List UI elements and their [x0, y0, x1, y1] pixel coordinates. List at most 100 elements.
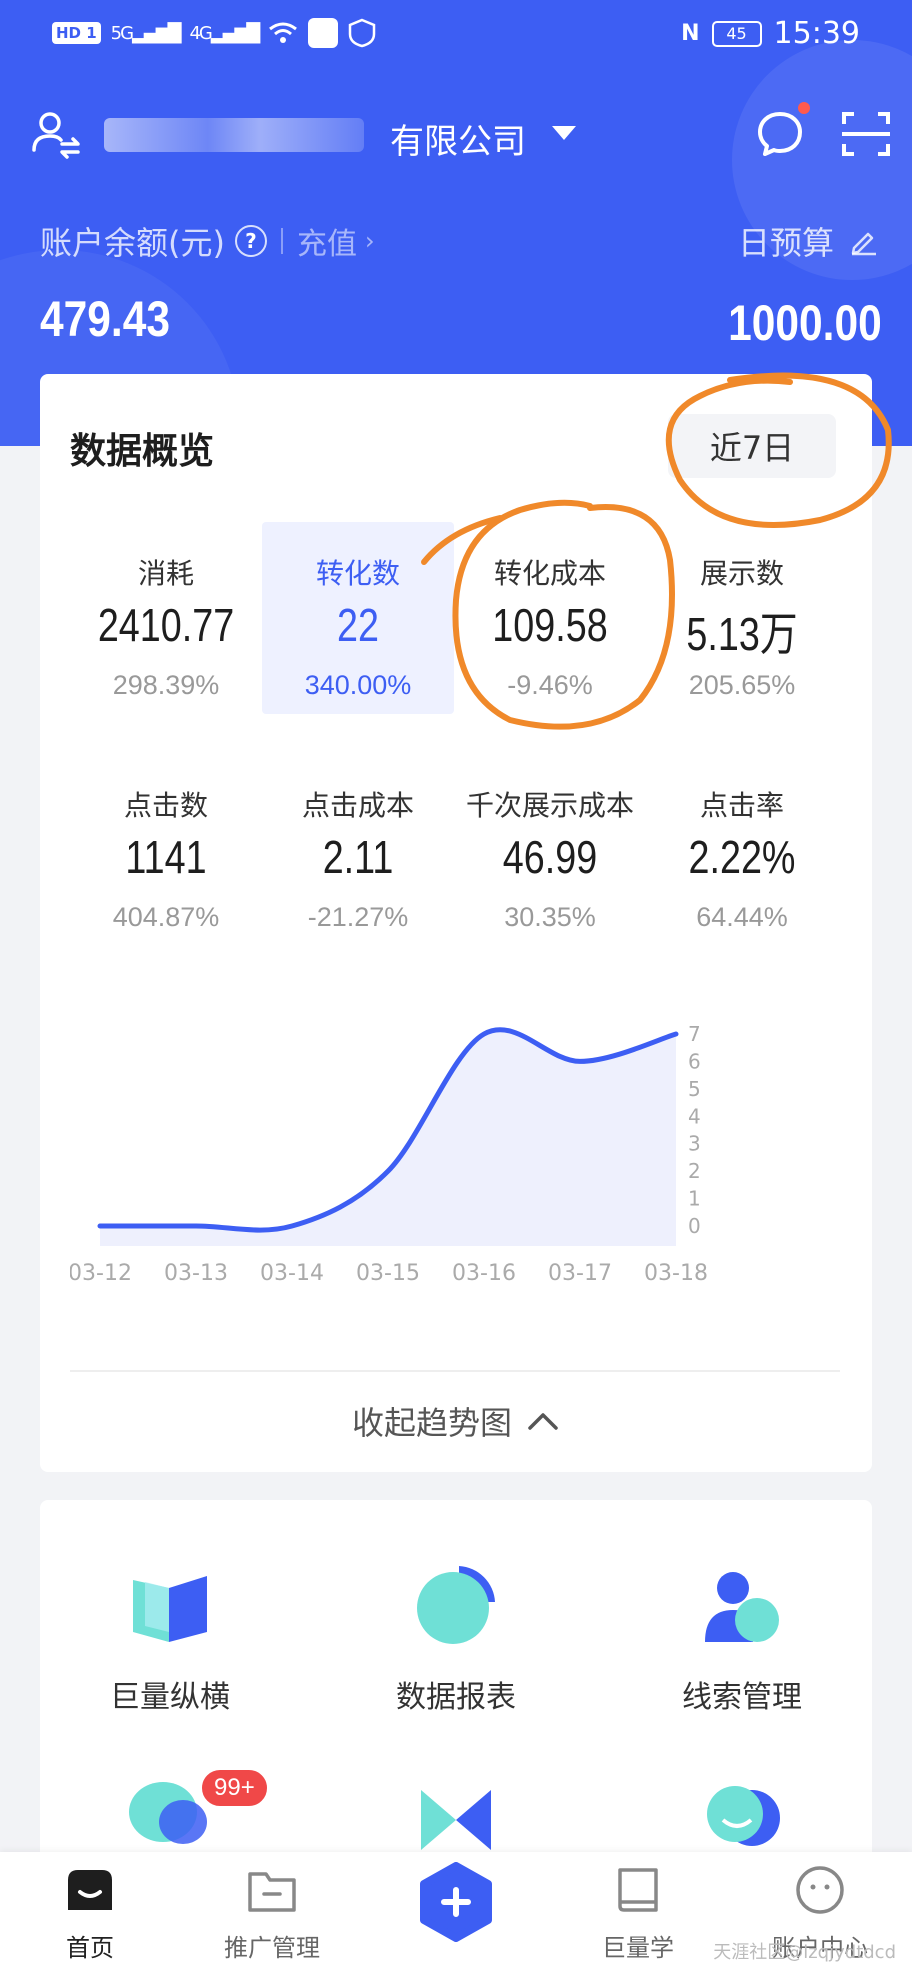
metric-conversion-cost[interactable]: 转化成本 109.58 -9.46%	[454, 522, 646, 714]
metric-value: 1141	[125, 831, 207, 883]
metric-impressions[interactable]: 展示数 5.13万 205.65%	[646, 522, 838, 714]
metric-label: 消耗	[137, 557, 194, 590]
tool-item-5[interactable]	[326, 1760, 586, 1854]
balance-label-row: 账户余额(元) ? 充值 ›	[40, 218, 375, 264]
tab-learn[interactable]: 巨量学	[548, 1862, 728, 1963]
metric-change: 205.65%	[688, 670, 796, 700]
tab-home[interactable]: 首页	[0, 1862, 180, 1963]
date-range-selector[interactable]: 近7日	[668, 414, 836, 478]
x-tick-label: 03-14	[260, 1261, 324, 1286]
y-tick-label: 0	[688, 1214, 701, 1238]
collapse-label: 收起趋势图	[351, 1404, 512, 1442]
watermark: 天涯社区@lzqjydtdcd	[713, 1942, 896, 1963]
company-name-blurred	[104, 118, 364, 152]
hd-indicator: HD 1	[52, 22, 101, 44]
pie-chart-icon	[417, 1566, 495, 1644]
status-right: N 45 15:39	[681, 16, 860, 51]
metric-change: 340.00%	[304, 670, 412, 700]
x-tick-label: 03-12	[70, 1261, 132, 1286]
y-tick-label: 6	[688, 1049, 701, 1073]
metric-conversions[interactable]: 转化数 22 340.00%	[262, 522, 454, 714]
tool-label: 巨量纵横	[110, 1680, 230, 1715]
collapse-trend-button[interactable]: 收起趋势图	[40, 1398, 872, 1444]
chat-bubble-icon	[129, 1782, 207, 1844]
unread-badge: 99+	[200, 1768, 269, 1808]
x-tick-label: 03-15	[356, 1261, 420, 1286]
message-unread-dot	[798, 102, 810, 114]
y-tick-label: 1	[688, 1187, 701, 1211]
y-tick-label: 4	[688, 1104, 701, 1128]
metric-change: 298.39%	[112, 670, 220, 700]
metric-value: 109.58	[492, 599, 608, 651]
tool-item-6[interactable]	[612, 1760, 872, 1854]
metric-label: 点击率	[699, 789, 784, 822]
tool-label: 数据报表	[396, 1680, 516, 1715]
budget-label-row[interactable]: 日预算	[738, 218, 878, 264]
divider	[280, 228, 283, 254]
tab-label: 巨量学	[602, 1934, 674, 1962]
edit-icon[interactable]	[848, 226, 878, 256]
bowtie-icon	[421, 1790, 491, 1850]
wifi-icon	[269, 22, 298, 43]
metric-value: 5.13万	[686, 608, 798, 660]
metric-change: -9.46%	[507, 670, 593, 700]
divider	[70, 1370, 840, 1372]
status-left: HD 1 5G▂▄▆█ 4G▂▄▆█	[52, 18, 376, 48]
status-bar: HD 1 5G▂▄▆█ 4G▂▄▆█ N 45 15:39	[0, 0, 912, 70]
company-name[interactable]: 有限公司	[390, 114, 526, 163]
trend-chart: 0 1 2 3 4 5 6 7 03-12 03-13 03-14 03-15 03-16 03-17 03…	[68, 994, 860, 1294]
folder-icon	[248, 1872, 296, 1912]
home-icon	[68, 1870, 112, 1910]
x-tick-label: 03-18	[644, 1261, 708, 1286]
metric-value: 46.99	[502, 831, 598, 883]
trend-chart-svg: 0 1 2 3 4 5 6 7 03-12 03-13 03-14 03-15 03-16 03-17 03…	[68, 1022, 708, 1286]
metric-ctr[interactable]: 点击率 2.22% 64.44%	[646, 754, 838, 946]
x-tick-label: 03-13	[164, 1261, 228, 1286]
metric-change: 64.44%	[696, 902, 788, 932]
y-tick-label: 7	[688, 1022, 701, 1046]
tab-label: 首页	[66, 1934, 114, 1962]
metric-click-cost[interactable]: 点击成本 2.11 -21.27%	[262, 754, 454, 946]
caret-down-icon[interactable]	[552, 126, 576, 140]
data-overview-card: 数据概览 近7日 消耗 2410.77 298.39% 转化数 22 340.0…	[40, 374, 872, 1472]
budget-label: 日预算	[737, 224, 834, 262]
metric-cost[interactable]: 消耗 2410.77 298.39%	[70, 522, 262, 714]
metric-value: 22	[337, 599, 379, 651]
tool-lead-management[interactable]: 线索管理	[612, 1560, 872, 1716]
shield-icon	[348, 18, 376, 48]
metric-clicks[interactable]: 点击数 1141 404.87%	[70, 754, 262, 946]
help-icon[interactable]: ?	[234, 225, 267, 257]
smile-bubble-icon	[707, 1786, 780, 1846]
metric-label: 点击数	[123, 789, 208, 822]
message-icon[interactable]	[752, 106, 808, 162]
card-title: 数据概览	[70, 431, 215, 472]
y-tick-label: 5	[688, 1077, 701, 1101]
y-tick-label: 2	[688, 1159, 701, 1183]
metric-label: 展示数	[699, 557, 784, 590]
switch-account-icon[interactable]	[28, 106, 84, 162]
metric-value: 2410.77	[97, 599, 235, 651]
metric-change: 404.87%	[112, 902, 220, 932]
metric-cpm[interactable]: 千次展示成本 46.99 30.35%	[454, 754, 646, 946]
balance-label: 账户余额(元)	[40, 224, 225, 262]
tool-data-report[interactable]: 数据报表	[326, 1560, 586, 1716]
metric-label: 点击成本	[301, 789, 414, 822]
scan-icon[interactable]	[840, 108, 892, 160]
zongheng-icon	[133, 1576, 207, 1642]
book-icon	[618, 1868, 658, 1912]
top-nav: 有限公司	[0, 96, 912, 176]
bottom-tab-bar: 首页 推广管理 巨量学 账户中心 天涯社区@lzqjydtdcd	[0, 1852, 912, 1976]
tool-juliang-zongheng[interactable]: 巨量纵横	[40, 1560, 300, 1716]
battery-icon: 45	[711, 20, 762, 47]
tab-promotion[interactable]: 推广管理	[182, 1862, 362, 1963]
metric-label: 千次展示成本	[465, 789, 634, 822]
chevron-up-icon	[528, 1413, 558, 1430]
create-plus-button[interactable]	[416, 1862, 496, 1942]
balance-value: 479.43	[40, 291, 170, 347]
metric-change: 30.35%	[504, 902, 596, 932]
recharge-link[interactable]: 充值 ›	[297, 219, 375, 263]
tab-label: 推广管理	[224, 1934, 320, 1962]
signal-5g-icon: 5G▂▄▆█	[110, 22, 182, 44]
chevron-right-icon: ›	[364, 227, 375, 255]
x-tick-label: 03-17	[548, 1261, 612, 1286]
